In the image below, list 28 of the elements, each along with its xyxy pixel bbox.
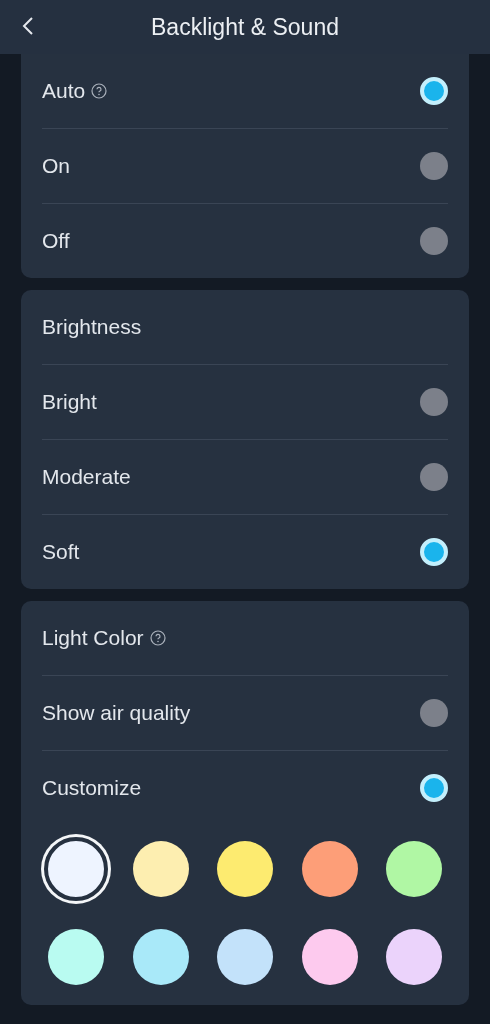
color-swatch[interactable] bbox=[44, 837, 108, 901]
radio-button[interactable] bbox=[420, 463, 448, 491]
option-label: Customize bbox=[42, 776, 142, 800]
color-swatch[interactable] bbox=[48, 929, 104, 985]
back-icon[interactable] bbox=[22, 16, 34, 36]
radio-button[interactable] bbox=[420, 227, 448, 255]
color-swatch[interactable] bbox=[217, 929, 273, 985]
radio-button[interactable] bbox=[420, 152, 448, 180]
option-label: Auto bbox=[42, 79, 86, 103]
help-icon[interactable] bbox=[149, 630, 166, 646]
section-title: Brightness bbox=[42, 315, 142, 339]
color-swatch[interactable] bbox=[386, 929, 442, 985]
radio-button[interactable] bbox=[420, 699, 448, 727]
help-icon[interactable] bbox=[91, 83, 108, 99]
radio-button[interactable] bbox=[420, 774, 448, 802]
page-title: Backlight & Sound bbox=[151, 13, 339, 41]
radio-button[interactable] bbox=[420, 77, 448, 105]
color-swatch[interactable] bbox=[217, 841, 273, 897]
option-label: Moderate bbox=[42, 465, 131, 489]
option-label: Show air quality bbox=[42, 701, 191, 725]
option-label: On bbox=[42, 154, 70, 178]
section-title: Light Color bbox=[42, 626, 144, 650]
option-label: Soft bbox=[42, 540, 80, 564]
radio-button[interactable] bbox=[420, 538, 448, 566]
radio-button[interactable] bbox=[420, 388, 448, 416]
option-label: Bright bbox=[42, 390, 97, 414]
option-label: Off bbox=[42, 229, 70, 253]
color-swatch[interactable] bbox=[386, 841, 442, 897]
